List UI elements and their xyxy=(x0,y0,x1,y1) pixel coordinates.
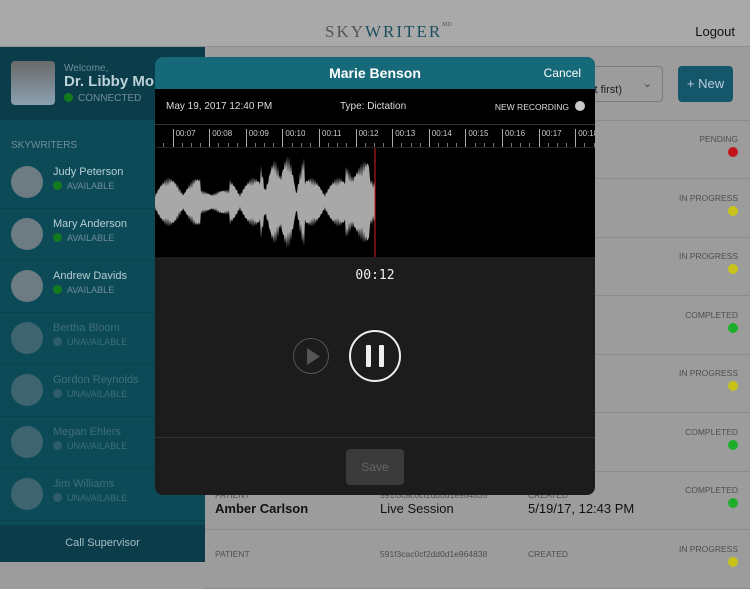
section-heading: SKYWRITERS xyxy=(11,140,77,151)
status-dot-icon xyxy=(53,389,62,398)
modal-title: Marie Benson xyxy=(155,65,595,81)
recording-modal: Marie Benson Cancel May 19, 2017 12:40 P… xyxy=(155,57,595,495)
writer-status: AVAILABLE xyxy=(53,181,114,191)
avatar xyxy=(11,322,43,354)
user-name: Dr. Libby Mor xyxy=(64,73,160,90)
status-dot-icon xyxy=(728,206,738,216)
writer-status: UNAVAILABLE xyxy=(53,493,127,503)
app-logo: SKYWRITERMD xyxy=(325,22,452,42)
status-dot-icon xyxy=(728,381,738,391)
writer-status: UNAVAILABLE xyxy=(53,389,127,399)
ruler-tick: 00:14 xyxy=(429,129,452,148)
created-label: CREATED xyxy=(528,549,568,559)
save-button[interactable]: Save xyxy=(346,449,404,485)
avatar xyxy=(11,478,43,510)
ruler-tick: 00:08 xyxy=(209,129,232,148)
top-bar: SKYWRITERMD Logout xyxy=(0,0,750,47)
writer-name: Bertha Bloom xyxy=(53,322,120,334)
logout-button[interactable]: Logout xyxy=(695,24,735,39)
writer-name: Gordon Reynolds xyxy=(53,374,139,386)
pause-icon xyxy=(351,332,399,380)
chevron-down-icon: ⌄ xyxy=(643,77,652,90)
status-dot-icon xyxy=(53,233,62,242)
status-dot-icon xyxy=(53,337,62,346)
status-dot-icon xyxy=(728,147,738,157)
writer-name: Megan Ehlers xyxy=(53,426,121,438)
writer-status: UNAVAILABLE xyxy=(53,441,127,451)
waveform[interactable] xyxy=(155,148,595,257)
avatar xyxy=(11,426,43,458)
status-dot-icon xyxy=(53,285,62,294)
ruler-tick: 00:16 xyxy=(502,129,525,148)
ruler-tick: 00:17 xyxy=(539,129,562,148)
pause-button[interactable] xyxy=(349,330,401,382)
divider xyxy=(155,437,595,438)
status-dot-icon xyxy=(53,493,62,502)
writer-name: Judy Peterson xyxy=(53,166,123,178)
connection-status: CONNECTED xyxy=(64,93,141,104)
status-dot-icon xyxy=(728,498,738,508)
ruler-tick: 00:13 xyxy=(392,129,415,148)
recording-date: May 19, 2017 12:40 PM xyxy=(166,101,272,112)
patient-label: PATIENT xyxy=(215,549,250,559)
recording-type: Type: Dictation xyxy=(340,101,406,112)
patient-name: Amber Carlson xyxy=(215,501,308,516)
call-supervisor-button[interactable]: Call Supervisor xyxy=(0,525,205,562)
status-label: COMPLETED xyxy=(685,310,738,320)
avatar xyxy=(11,374,43,406)
status-label: IN PROGRESS xyxy=(679,251,738,261)
writer-name: Mary Anderson xyxy=(53,218,127,230)
new-button[interactable]: + New xyxy=(678,66,733,102)
status-dot-icon xyxy=(53,181,62,190)
ruler-tick: 00:07 xyxy=(173,129,196,148)
ruler-tick: 00:12 xyxy=(356,129,379,148)
avatar xyxy=(11,166,43,198)
waveform-shape xyxy=(155,156,375,248)
status-dot-icon xyxy=(728,264,738,274)
table-row[interactable]: IN PROGRESS PATIENT 591f3cac0cf2dd0d1e964… xyxy=(205,531,750,589)
timeline-ruler[interactable]: 600:0700:0800:0900:1000:1100:1200:1300:1… xyxy=(155,125,595,148)
ruler-tick: 00:15 xyxy=(465,129,488,148)
play-button[interactable] xyxy=(293,338,329,374)
writer-name: Andrew Davids xyxy=(53,270,127,282)
writer-status: UNAVAILABLE xyxy=(53,337,127,347)
status-label: COMPLETED xyxy=(685,427,738,437)
writer-status: AVAILABLE xyxy=(53,285,114,295)
status-label: COMPLETED xyxy=(685,485,738,495)
avatar xyxy=(11,218,43,250)
writer-status: AVAILABLE xyxy=(53,233,114,243)
status-dot-icon xyxy=(53,441,62,450)
avatar xyxy=(11,270,43,302)
session-id: 591f3cac0cf2dd0d1e964838 xyxy=(380,549,487,559)
session-type: Live Session xyxy=(380,501,454,516)
status-label: PENDING xyxy=(699,134,738,144)
avatar xyxy=(11,61,55,105)
status-label: IN PROGRESS xyxy=(679,368,738,378)
cancel-button[interactable]: Cancel xyxy=(544,66,581,80)
status-dot-icon xyxy=(728,323,738,333)
ruler-tick: 00:10 xyxy=(282,129,305,148)
ruler-tick: 00:09 xyxy=(246,129,269,148)
status-label: IN PROGRESS xyxy=(679,544,738,554)
play-icon xyxy=(294,339,330,375)
new-recording-label: NEW RECORDING xyxy=(495,102,569,112)
writer-name: Jim Williams xyxy=(53,478,114,490)
status-dot-icon xyxy=(728,440,738,450)
elapsed-time: 00:12 xyxy=(155,268,595,283)
created-date: 5/19/17, 12:43 PM xyxy=(528,501,634,516)
status-label: IN PROGRESS xyxy=(679,193,738,203)
status-dot-icon xyxy=(64,93,73,102)
record-indicator-icon[interactable] xyxy=(575,101,585,111)
